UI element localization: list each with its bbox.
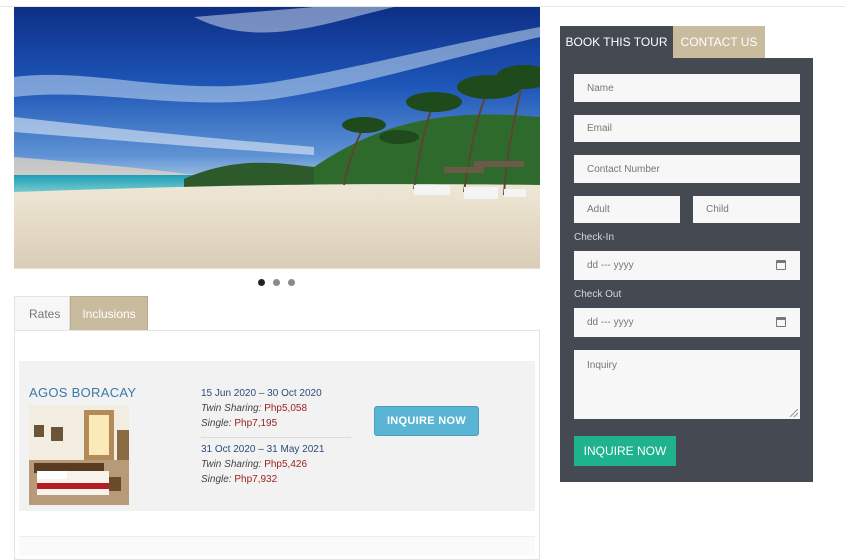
period-2-range: 31 Oct 2020 – 31 May 2021 <box>201 444 325 455</box>
rate-card: AGOS BORACAY 15 Jun 2020 – 30 Oct 2020 T… <box>19 361 535 511</box>
twin-label: Twin Sharing: <box>201 403 262 414</box>
tab-contact-us[interactable]: CONTACT US <box>673 26 765 58</box>
tab-rates[interactable]: Rates <box>14 296 70 331</box>
rates-panel: AGOS BORACAY 15 Jun 2020 – 30 Oct 2020 T… <box>14 330 540 560</box>
period-1-range: 15 Jun 2020 – 30 Oct 2020 <box>201 388 322 399</box>
contact-number-field[interactable]: Contact Number <box>574 155 800 183</box>
booking-tabs: BOOK THIS TOUR CONTACT US <box>560 26 765 58</box>
period-divider <box>201 437 351 438</box>
hotel-room-image <box>29 405 129 505</box>
check-out-label: Check Out <box>574 289 622 300</box>
booking-form: Name Email Contact Number Adult Child Ch… <box>560 58 813 482</box>
period-1-single: Single: Php7,195 <box>201 416 351 431</box>
period-2-twin-price: Php5,426 <box>264 459 308 470</box>
resize-grip-icon[interactable] <box>790 409 798 417</box>
period-1-single-price: Php7,195 <box>234 418 278 429</box>
calendar-icon[interactable] <box>776 317 786 327</box>
inquiry-textarea[interactable]: Inquiry <box>574 350 800 419</box>
period-1-twin-price: Php5,058 <box>264 403 308 414</box>
hero-image[interactable] <box>14 7 540 269</box>
period-2-single: Single: Php7,932 <box>201 472 351 487</box>
check-out-value: dd --- yyyy <box>587 317 634 328</box>
submit-inquire-button[interactable]: INQUIRE NOW <box>574 436 676 466</box>
carousel-dot-2[interactable] <box>273 279 280 286</box>
beach-photo <box>14 7 540 268</box>
twin-label: Twin Sharing: <box>201 459 262 470</box>
carousel-indicators <box>258 279 295 286</box>
single-label: Single: <box>201 474 232 485</box>
inquiry-placeholder: Inquiry <box>587 360 618 371</box>
check-in-field[interactable]: dd --- yyyy <box>574 251 800 280</box>
tab-book-this-tour[interactable]: BOOK THIS TOUR <box>560 26 673 58</box>
check-in-value: dd --- yyyy <box>587 260 634 271</box>
adult-field[interactable]: Adult <box>574 196 680 223</box>
name-field[interactable]: Name <box>574 74 800 102</box>
carousel-dot-3[interactable] <box>288 279 295 286</box>
child-field[interactable]: Child <box>693 196 800 223</box>
hotel-name[interactable]: AGOS BORACAY <box>29 385 136 400</box>
check-out-field[interactable]: dd --- yyyy <box>574 308 800 337</box>
check-in-label: Check-In <box>574 232 615 243</box>
carousel-dot-1[interactable] <box>258 279 265 286</box>
period-2-single-price: Php7,932 <box>234 474 278 485</box>
info-tabs: Rates Inclusions <box>14 296 148 331</box>
period-1-twin: Twin Sharing: Php5,058 <box>201 401 351 416</box>
calendar-icon[interactable] <box>776 260 786 270</box>
single-label: Single: <box>201 418 232 429</box>
inquire-now-button[interactable]: INQUIRE NOW <box>374 406 479 436</box>
tab-inclusions[interactable]: Inclusions <box>70 296 148 331</box>
rate-periods: 15 Jun 2020 – 30 Oct 2020 Twin Sharing: … <box>201 386 351 487</box>
next-rate-card <box>19 536 535 556</box>
period-2-twin: Twin Sharing: Php5,426 <box>201 457 351 472</box>
email-field[interactable]: Email <box>574 115 800 142</box>
